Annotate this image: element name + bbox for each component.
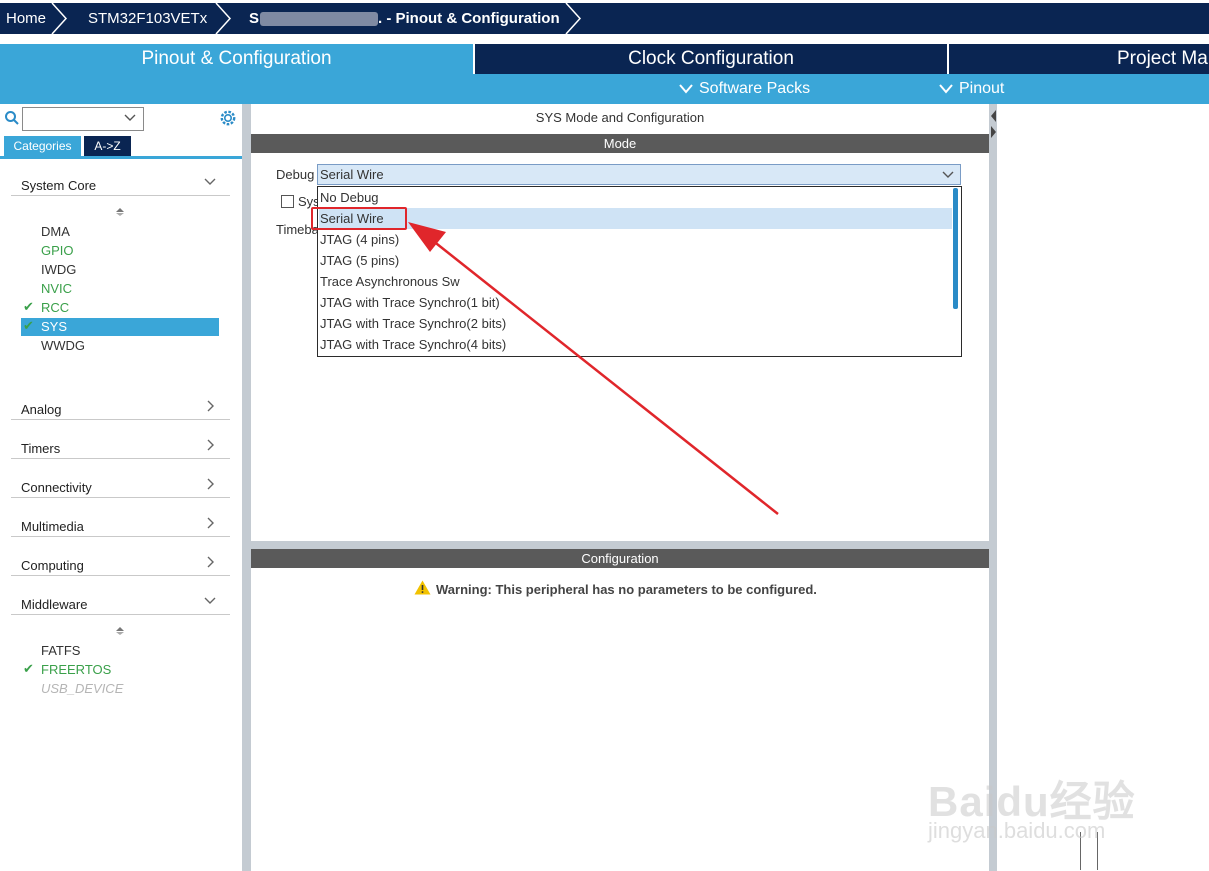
category-label: Multimedia (21, 519, 84, 534)
watermark-url: jingyan.baidu.com (928, 818, 1106, 843)
category-middleware[interactable]: Middleware (11, 588, 230, 615)
dropdown-scrollbar[interactable] (953, 188, 958, 309)
chevron-right-icon (207, 556, 214, 568)
chevron-right-icon (207, 478, 214, 490)
chevron-down-icon (939, 84, 953, 94)
category-computing[interactable]: Computing (11, 549, 230, 576)
annotation-arrow-icon (408, 222, 779, 515)
warning-icon (414, 580, 431, 595)
list-item-nvic[interactable]: NVIC (41, 281, 72, 296)
chevron-down-icon (204, 597, 216, 604)
tab-pinout-configuration[interactable]: Pinout & Configuration (0, 44, 473, 74)
chevron-down-icon (942, 171, 954, 178)
option-no-debug[interactable]: No Debug (319, 187, 952, 208)
software-packs-menu[interactable]: Software Packs (699, 74, 810, 104)
sort-icon[interactable] (115, 207, 125, 217)
check-icon: ✔ (23, 661, 34, 676)
collapse-arrow-icon[interactable] (989, 108, 997, 138)
tab-project-manager[interactable]: Project Mar (1117, 44, 1209, 74)
sort-icon[interactable] (115, 626, 125, 636)
breadcrumb-device[interactable]: STM32F103VETx (88, 3, 207, 34)
category-label: Middleware (21, 597, 88, 612)
list-item-sys[interactable]: SYS (41, 319, 67, 334)
debug-label: Debug (276, 167, 315, 182)
list-item-iwdg[interactable]: IWDG (41, 262, 76, 277)
mode-section-header: Mode (251, 134, 989, 153)
tab-categories[interactable]: Categories (4, 136, 81, 156)
breadcrumb-separator-icon (215, 3, 232, 34)
breadcrumb-separator-icon (51, 3, 68, 34)
gear-icon[interactable] (219, 109, 237, 127)
list-item-fatfs[interactable]: FATFS (41, 643, 80, 658)
list-item-gpio[interactable]: GPIO (41, 243, 74, 258)
category-multimedia[interactable]: Multimedia (11, 510, 230, 537)
breadcrumb-project-page[interactable]: . - Pinout & Configuration (378, 3, 560, 34)
breadcrumb-home[interactable]: Home (6, 3, 46, 34)
list-item-wwdg[interactable]: WWDG (41, 338, 85, 353)
category-label: System Core (21, 178, 97, 193)
horizontal-splitter[interactable] (251, 541, 989, 549)
debug-select-value: Serial Wire (320, 167, 384, 182)
tab-clock-configuration[interactable]: Clock Configuration (475, 44, 947, 74)
chevron-right-icon (207, 517, 214, 529)
list-item-freertos[interactable]: FREERTOS (41, 662, 111, 677)
list-item-dma[interactable]: DMA (41, 224, 70, 239)
config-panel (251, 549, 989, 871)
annotation-highlight-box (311, 207, 407, 230)
chevron-right-icon (207, 400, 214, 412)
category-connectivity[interactable]: Connectivity (11, 471, 230, 498)
category-analog[interactable]: Analog (11, 393, 230, 420)
category-label: Computing (21, 558, 84, 573)
sys-checkbox[interactable] (281, 195, 294, 208)
category-timers[interactable]: Timers (11, 432, 230, 459)
left-splitter[interactable] (242, 104, 251, 871)
list-item-rcc[interactable]: RCC (41, 300, 69, 315)
category-label: Connectivity (21, 480, 92, 495)
config-warning-text: Warning: This peripheral has no paramete… (436, 582, 817, 597)
breadcrumb: Home STM32F103VETx S . - Pinout & Config… (0, 0, 1209, 37)
redacted-project-name (260, 12, 378, 26)
category-system-core[interactable]: System Core (11, 169, 230, 196)
list-item-usb-device[interactable]: USB_DEVICE (41, 681, 123, 696)
tab-a-z[interactable]: A->Z (84, 136, 131, 156)
check-icon: ✔ (23, 318, 34, 333)
chevron-down-icon[interactable] (124, 114, 136, 122)
search-icon[interactable] (4, 110, 20, 126)
debug-select[interactable]: Serial Wire (317, 164, 961, 185)
check-icon: ✔ (23, 299, 34, 314)
sub-toolbar (0, 74, 1209, 104)
config-section-header: Configuration (251, 549, 989, 568)
chevron-down-icon (204, 178, 216, 185)
chevron-down-icon (679, 84, 693, 94)
pinout-menu[interactable]: Pinout (959, 74, 1004, 104)
right-splitter[interactable] (989, 104, 997, 871)
breadcrumb-separator-icon (565, 3, 582, 34)
breadcrumb-project-start[interactable]: S (249, 3, 259, 34)
category-label: Analog (21, 402, 62, 417)
category-label: Timers (21, 441, 61, 456)
pinout-view[interactable] (997, 104, 1209, 871)
chevron-right-icon (207, 439, 214, 451)
mode-panel-title: SYS Mode and Configuration (535, 110, 705, 125)
tab-underline (0, 156, 242, 159)
